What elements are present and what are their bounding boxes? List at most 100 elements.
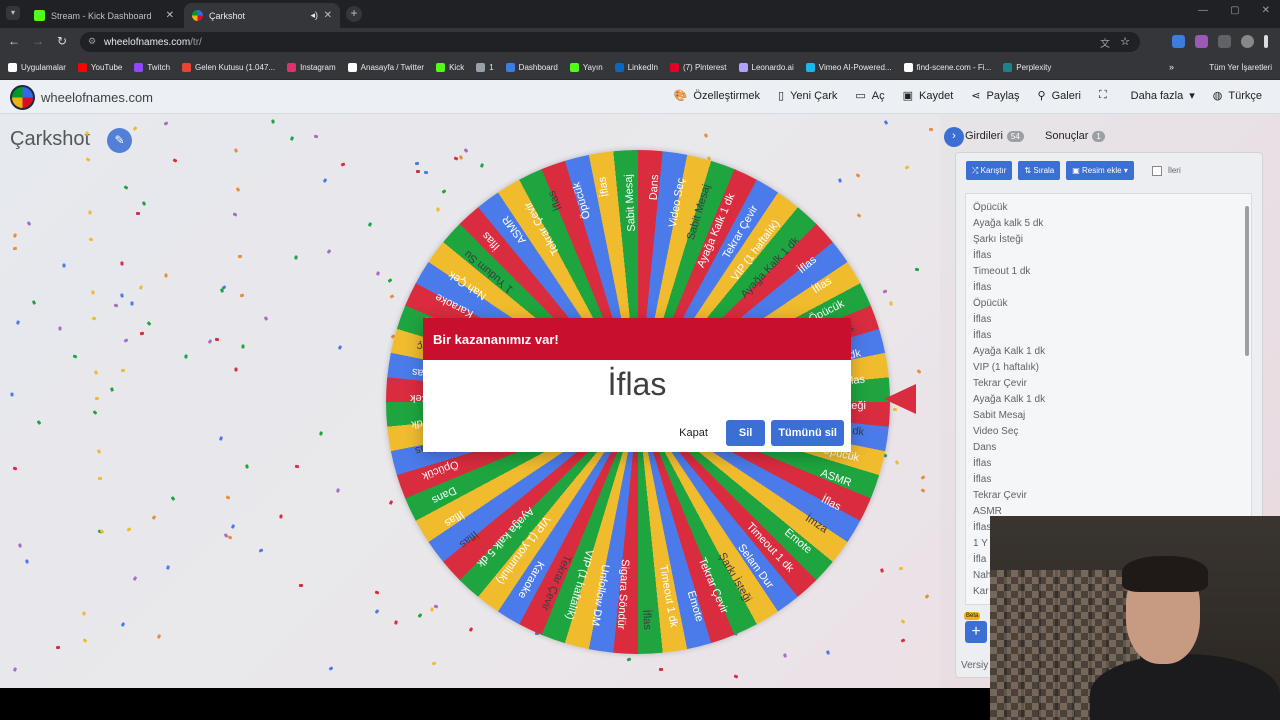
entry-line[interactable]: Ayağa kalk 5 dk	[973, 216, 1251, 232]
bookmark-item[interactable]: Uygulamalar	[8, 63, 66, 72]
add-image-button[interactable]: ▣ Resim ekle ▾	[1066, 161, 1134, 180]
tab-entries[interactable]: Girdileri 54	[965, 130, 1024, 142]
close-tab-icon[interactable]: ✕	[166, 10, 174, 21]
apps-icon	[8, 63, 17, 72]
entry-line[interactable]: Dans	[973, 440, 1251, 456]
bookmark-item[interactable]: LinkedIn	[614, 63, 658, 72]
bookmark-item[interactable]: (7) Pinterest	[669, 63, 727, 72]
menu-item-search[interactable]: ⚲ Galeri	[1037, 89, 1081, 103]
twitter-icon	[347, 63, 357, 72]
entry-line[interactable]: İflas	[973, 248, 1251, 264]
new-tab-button[interactable]: +	[346, 6, 362, 22]
back-icon[interactable]: ←	[6, 34, 22, 48]
browser-tab-kick[interactable]: Stream - Kick Dashboard ✕	[26, 3, 182, 28]
bookmark-item[interactable]: find-scene.com - Fi...	[903, 63, 992, 72]
entry-line[interactable]: Video Seç	[973, 424, 1251, 440]
bookmark-item[interactable]: Yayın	[569, 63, 603, 72]
entry-line[interactable]: İflas	[973, 472, 1251, 488]
bookmark-item[interactable]: Perplexity	[1003, 63, 1051, 72]
kick-favicon-icon	[34, 10, 45, 21]
dashboard-icon	[505, 63, 515, 72]
bookmark-item[interactable]: Anasayfa / Twitter	[347, 63, 424, 72]
entry-line[interactable]: Ayağa Kalk 1 dk	[973, 392, 1251, 408]
site-logo[interactable]	[10, 85, 35, 110]
menu-item-fullscreen[interactable]: ⛶	[1099, 89, 1113, 102]
menu-item-folder[interactable]: ▭ Aç	[855, 89, 884, 103]
profile-avatar[interactable]	[1241, 35, 1254, 48]
kebab-menu-icon[interactable]	[1264, 35, 1268, 48]
speaker-icon[interactable]: ◂)	[310, 10, 318, 21]
remove-button[interactable]: Sil	[725, 420, 766, 446]
entry-line[interactable]: Tekrar Çevir	[973, 376, 1251, 392]
document-icon: ▯	[778, 90, 785, 102]
forward-icon[interactable]: →	[30, 34, 46, 48]
entry-line[interactable]: Timeout 1 dk	[973, 264, 1251, 280]
dialog-title: Bir kazananımız var!	[423, 318, 851, 360]
extension-icon[interactable]	[1195, 35, 1208, 48]
bookmark-item[interactable]: Leonardo.ai	[738, 63, 794, 72]
bookmark-item[interactable]: Twitch	[134, 63, 170, 72]
entry-line[interactable]: Şarkı İsteği	[973, 232, 1251, 248]
bookmark-item[interactable]: Kick	[436, 63, 464, 72]
collapse-panel-icon[interactable]: ›	[944, 127, 964, 147]
bookmark-item[interactable]: Gelen Kutusu (1.047...	[182, 63, 275, 72]
shuffle-button[interactable]: ⤮ Karıştır	[966, 161, 1013, 180]
advanced-label: İleri	[1167, 166, 1181, 175]
extension-icon[interactable]	[1172, 35, 1185, 48]
menu-item-share[interactable]: ⋖ Paylaş	[971, 89, 1019, 103]
close-button[interactable]: Kapat	[667, 427, 720, 439]
bookmark-item[interactable]: Instagram	[287, 63, 336, 72]
tab-search-icon[interactable]: ▾	[6, 6, 20, 20]
menu-item-chevron-down[interactable]: Daha fazla ▾	[1131, 89, 1195, 103]
bookmark-item[interactable]: 1	[476, 63, 494, 72]
sort-button[interactable]: ⇅ Sırala	[1018, 161, 1061, 180]
extensions-area	[1172, 35, 1268, 48]
entry-line[interactable]: İflas	[973, 456, 1251, 472]
bookmark-item[interactable]: Dashboard	[505, 63, 558, 72]
url-field[interactable]: ⚙ wheelofnames.com/tr/ 文 ☆	[80, 32, 1140, 52]
site-logo-text[interactable]: wheelofnames.com	[41, 90, 153, 105]
chevron-down-icon: ▾	[1189, 90, 1195, 102]
bookmark-label: Yayın	[582, 63, 603, 72]
entry-line[interactable]: Sabit Mesaj	[973, 408, 1251, 424]
youtube-icon	[77, 63, 87, 72]
entry-line[interactable]: Öpücük	[973, 296, 1251, 312]
entry-line[interactable]: İflas	[973, 312, 1251, 328]
close-tab-icon[interactable]: ✕	[324, 10, 332, 21]
menu-item-document[interactable]: ▯ Yeni Çark	[778, 89, 837, 103]
add-entry-button[interactable]: +	[965, 621, 987, 643]
minimize-icon[interactable]: —	[1198, 5, 1208, 16]
maximize-icon[interactable]: ▢	[1230, 5, 1239, 16]
remove-all-button[interactable]: Tümünü sil	[771, 420, 844, 446]
site-info-icon[interactable]: ⚙	[88, 36, 96, 47]
close-window-icon[interactable]: ✕	[1262, 5, 1270, 16]
advanced-checkbox[interactable]	[1151, 165, 1162, 176]
chevron-down-icon: ▾	[1121, 166, 1128, 175]
entry-line[interactable]: Öpücük	[973, 200, 1251, 216]
tab-results[interactable]: Sonuçlar 1	[1045, 130, 1105, 142]
results-count-badge: 1	[1092, 130, 1105, 142]
bookmarks-overflow-button[interactable]: »	[1169, 62, 1174, 72]
puzzle-icon[interactable]	[1218, 35, 1231, 48]
translate-icon[interactable]: 文	[1100, 35, 1110, 50]
bookmark-label: find-scene.com - Fi...	[916, 63, 992, 72]
menu-item-palette[interactable]: 🎨 Özelleştirmek	[674, 89, 760, 103]
entry-line[interactable]: Tekrar Çevir	[973, 488, 1251, 504]
menu-item-globe[interactable]: ◍ Türkçe	[1213, 89, 1262, 103]
search-icon: ⚲	[1037, 90, 1046, 102]
browser-tab-carkshot[interactable]: Çarkshot ◂) ✕	[184, 3, 340, 28]
entry-line[interactable]: İflas	[973, 280, 1251, 296]
entry-line[interactable]: Ayağa Kalk 1 dk	[973, 344, 1251, 360]
all-bookmarks-button[interactable]: Tüm Yer İşaretleri	[1209, 63, 1272, 72]
bookmark-item[interactable]: YouTube	[77, 63, 122, 72]
entry-line[interactable]: İflas	[973, 328, 1251, 344]
reload-icon[interactable]: ↻	[54, 34, 70, 48]
entry-line[interactable]: VIP (1 haftalık)	[973, 360, 1251, 376]
bookmark-item[interactable]: Vimeo AI-Powered...	[805, 63, 892, 72]
folder-icon: ▭	[855, 90, 866, 102]
vimeo-icon	[805, 63, 815, 72]
menu-item-label: Kaydet	[919, 89, 954, 102]
entries-scrollbar[interactable]	[1245, 206, 1249, 356]
menu-item-save[interactable]: ▣ Kaydet	[903, 89, 954, 103]
star-icon[interactable]: ☆	[1120, 35, 1130, 48]
